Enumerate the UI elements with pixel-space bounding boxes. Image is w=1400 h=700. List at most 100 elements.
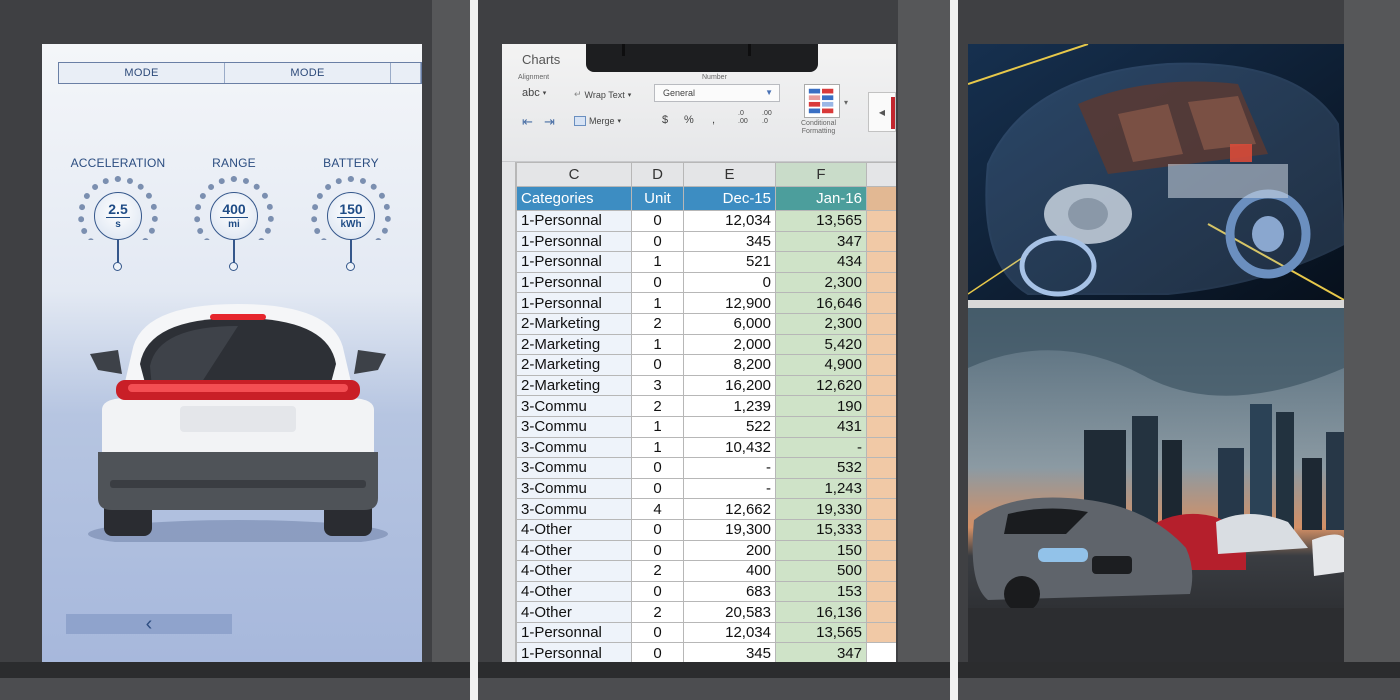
- cell-category[interactable]: 1-Personnal: [516, 210, 632, 232]
- mode-tab-1[interactable]: MODE: [59, 63, 225, 83]
- cell-jan-16[interactable]: 2,300: [775, 271, 867, 294]
- cell-extra[interactable]: [866, 271, 896, 294]
- conditional-formatting-icon[interactable]: [804, 84, 840, 118]
- back-button[interactable]: ‹: [66, 613, 232, 635]
- cell-category[interactable]: 4-Other: [516, 518, 632, 541]
- cell-category[interactable]: 1-Personnal: [516, 621, 632, 644]
- cell-extra[interactable]: [866, 312, 896, 335]
- header-jan-16[interactable]: Jan-16: [775, 186, 867, 211]
- cell-dec-15[interactable]: -: [683, 477, 776, 500]
- cell-extra[interactable]: [866, 477, 896, 500]
- decrease-decimal-button[interactable]: .00 .0: [762, 110, 772, 126]
- column-header-e[interactable]: E: [683, 162, 776, 187]
- cell-unit[interactable]: 1: [631, 292, 684, 314]
- cell-dec-15[interactable]: 12,900: [683, 292, 776, 314]
- cell-dec-15[interactable]: 521: [683, 251, 776, 273]
- cell-category[interactable]: 4-Other: [516, 560, 632, 582]
- column-header-f[interactable]: F: [775, 162, 867, 187]
- cell-unit[interactable]: 1: [631, 415, 684, 438]
- gauge-dial[interactable]: 150 kWh: [311, 176, 391, 271]
- cell-jan-16[interactable]: 347: [775, 642, 867, 662]
- cell-category[interactable]: 2-Marketing: [516, 354, 632, 376]
- cell-unit[interactable]: 0: [631, 210, 684, 232]
- cell-extra[interactable]: [866, 457, 896, 479]
- cell-dec-15[interactable]: -: [683, 457, 776, 479]
- cell-dec-15[interactable]: 1,239: [683, 395, 776, 417]
- cell-category[interactable]: 1-Personnal: [516, 292, 632, 314]
- cell-category[interactable]: 3-Commu: [516, 498, 632, 520]
- cell-unit[interactable]: 0: [631, 580, 684, 603]
- cell-category[interactable]: 1-Personnal: [516, 271, 632, 294]
- cell-extra[interactable]: [866, 580, 896, 603]
- currency-button[interactable]: $: [662, 114, 668, 126]
- cell-extra[interactable]: [866, 498, 896, 520]
- cell-dec-15[interactable]: 2,000: [683, 333, 776, 356]
- comma-button[interactable]: ,: [712, 114, 715, 126]
- ribbon-scroll-button[interactable]: ◀: [868, 92, 896, 132]
- cell-jan-16[interactable]: 13,565: [775, 210, 867, 232]
- cell-category[interactable]: 3-Commu: [516, 457, 632, 479]
- cell-jan-16[interactable]: 5,420: [775, 333, 867, 356]
- cell-jan-16[interactable]: 16,136: [775, 601, 867, 623]
- cell-category[interactable]: 1-Personnal: [516, 642, 632, 662]
- merge-button[interactable]: Merge ▾: [574, 116, 621, 126]
- cell-dec-15[interactable]: 345: [683, 230, 776, 253]
- cell-unit[interactable]: 1: [631, 251, 684, 273]
- cell-extra[interactable]: [866, 292, 896, 314]
- cell-unit[interactable]: 0: [631, 621, 684, 644]
- column-header-g[interactable]: [866, 162, 896, 187]
- increase-decimal-button[interactable]: .0 .00: [738, 110, 748, 126]
- cell-dec-15[interactable]: 10,432: [683, 436, 776, 459]
- cell-extra[interactable]: [866, 251, 896, 273]
- cell-unit[interactable]: 4: [631, 498, 684, 520]
- wrap-text-button[interactable]: ↵ Wrap Text ▾: [574, 89, 631, 100]
- percent-button[interactable]: %: [684, 114, 694, 126]
- cell-dec-15[interactable]: 19,300: [683, 518, 776, 541]
- cell-unit[interactable]: 0: [631, 642, 684, 662]
- cell-category[interactable]: 4-Other: [516, 539, 632, 562]
- cell-jan-16[interactable]: 13,565: [775, 621, 867, 644]
- cell-unit[interactable]: 1: [631, 333, 684, 356]
- cell-extra[interactable]: [866, 210, 896, 232]
- header-dec-15[interactable]: Dec-15: [683, 186, 776, 211]
- cell-extra[interactable]: [866, 230, 896, 253]
- cell-dec-15[interactable]: 6,000: [683, 312, 776, 335]
- cell-jan-16[interactable]: 431: [775, 415, 867, 438]
- cell-category[interactable]: 3-Commu: [516, 415, 632, 438]
- gauge-dial[interactable]: 400 mi: [194, 176, 274, 271]
- cell-jan-16[interactable]: 150: [775, 539, 867, 562]
- cell-dec-15[interactable]: 16,200: [683, 374, 776, 397]
- cell-category[interactable]: 4-Other: [516, 601, 632, 623]
- number-format-select[interactable]: General ▼: [654, 84, 780, 102]
- cell-unit[interactable]: 0: [631, 518, 684, 541]
- cell-jan-16[interactable]: 153: [775, 580, 867, 603]
- header-extra[interactable]: [866, 186, 896, 211]
- cell-extra[interactable]: [866, 374, 896, 397]
- cell-category[interactable]: 1-Personnal: [516, 251, 632, 273]
- cell-unit[interactable]: 2: [631, 560, 684, 582]
- column-header-c[interactable]: C: [516, 162, 632, 187]
- cell-category[interactable]: 4-Other: [516, 580, 632, 603]
- cell-extra[interactable]: [866, 560, 896, 582]
- cell-dec-15[interactable]: 12,034: [683, 621, 776, 644]
- cell-category[interactable]: 3-Commu: [516, 436, 632, 459]
- cell-jan-16[interactable]: 500: [775, 560, 867, 582]
- cell-dec-15[interactable]: 522: [683, 415, 776, 438]
- cell-jan-16[interactable]: 347: [775, 230, 867, 253]
- cell-dec-15[interactable]: 683: [683, 580, 776, 603]
- cell-unit[interactable]: 0: [631, 457, 684, 479]
- cell-jan-16[interactable]: 15,333: [775, 518, 867, 541]
- cell-extra[interactable]: [866, 621, 896, 644]
- cell-jan-16[interactable]: 434: [775, 251, 867, 273]
- cell-unit[interactable]: 0: [631, 477, 684, 500]
- cell-category[interactable]: 3-Commu: [516, 395, 632, 417]
- chevron-down-icon[interactable]: ▾: [844, 98, 848, 107]
- cell-jan-16[interactable]: 532: [775, 457, 867, 479]
- cell-unit[interactable]: 0: [631, 539, 684, 562]
- cell-extra[interactable]: [866, 642, 896, 662]
- cell-jan-16[interactable]: 1,243: [775, 477, 867, 500]
- cell-dec-15[interactable]: 12,662: [683, 498, 776, 520]
- cell-jan-16[interactable]: 190: [775, 395, 867, 417]
- cell-unit[interactable]: 0: [631, 230, 684, 253]
- cell-unit[interactable]: 2: [631, 312, 684, 335]
